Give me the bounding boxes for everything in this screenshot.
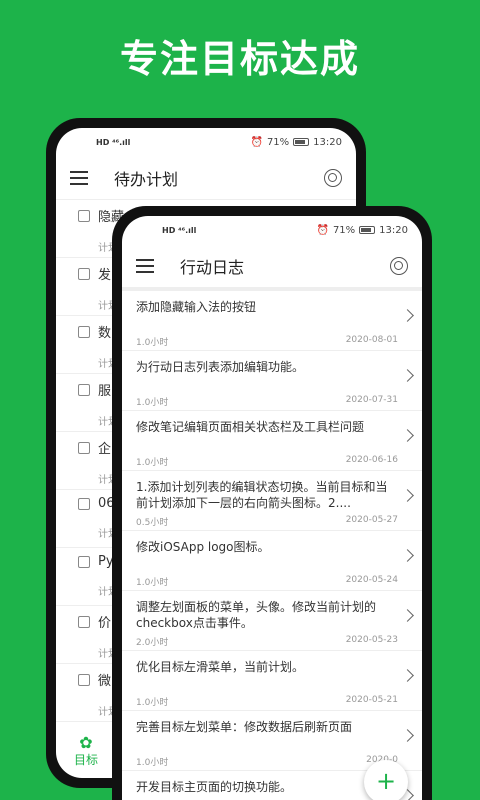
headline: 专注目标达成: [119, 37, 360, 81]
battery-icon: [293, 138, 310, 146]
app-bar: 待办计划: [56, 156, 356, 200]
log-date: 2020-06-16: [345, 455, 398, 465]
plan-checkbox[interactable]: [78, 673, 90, 686]
log-item[interactable]: 修改笔记编辑页面相关状态栏及工具栏问题 1.0小时 2020-06-16: [122, 411, 422, 471]
chevron-right-icon: [401, 369, 414, 382]
plan-checkbox[interactable]: [78, 615, 90, 628]
log-date: 2020-05-21: [345, 695, 398, 705]
log-item[interactable]: 添加隐藏输入法的按钮 1.0小时 2020-08-01: [122, 291, 422, 351]
alarm-icon: ⏰: [316, 224, 329, 236]
battery-icon: [359, 226, 376, 234]
plan-checkbox[interactable]: [78, 383, 90, 396]
plan-checkbox[interactable]: [78, 555, 90, 568]
log-date: 2020-05-23: [345, 635, 398, 645]
plan-title: 微: [98, 674, 112, 689]
target-icon[interactable]: [390, 256, 408, 275]
log-list: 添加隐藏输入法的按钮 1.0小时 2020-08-01 为行动日志列表添加编辑功能。 1…: [122, 288, 422, 800]
chevron-right-icon: [401, 489, 414, 502]
chevron-right-icon: [401, 429, 414, 442]
goal-tab-icon: ✿: [79, 733, 93, 752]
log-title: 为行动日志列表添加编辑功能。: [136, 360, 305, 374]
log-date: 2020-07-31: [345, 395, 398, 405]
log-item[interactable]: 为行动日志列表添加编辑功能。 1.0小时 2020-07-31: [122, 351, 422, 411]
add-log-button[interactable]: +: [364, 760, 408, 800]
log-title: 调整左划面板的菜单，头像。修改当前计划的checkbox点击事件。: [136, 600, 377, 630]
log-item[interactable]: 优化目标左滑菜单，当前计划。 1.0小时 2020-05-21: [122, 651, 422, 711]
plan-title: 发: [98, 268, 112, 283]
menu-icon[interactable]: [136, 258, 154, 273]
log-title: 添加隐藏输入法的按钮: [136, 300, 257, 314]
plan-checkbox[interactable]: [78, 441, 90, 454]
log-title: 完善目标左划菜单：修改数据后刷新页面: [136, 720, 353, 734]
battery-percent: 71%: [332, 224, 356, 236]
log-date: 2020-05-27: [345, 515, 398, 525]
page-title: 待办计划: [114, 169, 179, 189]
tab-label: 目标: [73, 753, 98, 767]
log-duration: 1.0小时: [136, 578, 169, 588]
log-duration: 1.0小时: [136, 758, 169, 768]
battery-percent: 71%: [266, 136, 290, 148]
log-duration: 0.5小时: [136, 518, 169, 528]
chevron-right-icon: [401, 309, 414, 322]
chevron-right-icon: [401, 549, 414, 562]
log-item[interactable]: 修改iOSApp logo图标。 1.0小时 2020-05-24: [122, 531, 422, 591]
log-title: 优化目标左滑菜单，当前计划。: [136, 660, 305, 674]
log-date: 2020-05-24: [345, 575, 398, 585]
log-duration: 1.0小时: [136, 398, 169, 408]
log-screen: HD ⁴⁶.ıll ⏰ 71% 13:20 行动日志 添加隐藏输入法的按钮 1.0…: [122, 216, 422, 800]
plan-checkbox[interactable]: [78, 267, 90, 280]
app-bar: 行动日志: [122, 244, 422, 288]
status-time: 13:20: [379, 224, 408, 236]
signal-indicator: HD ⁴⁶.ıll: [162, 225, 197, 235]
tab-goals[interactable]: ✿ 目标: [56, 735, 116, 768]
status-time: 13:20: [313, 136, 342, 148]
plan-checkbox[interactable]: [78, 325, 90, 338]
log-title: 开发目标主页面的切换功能。: [136, 780, 293, 794]
plan-title: 价: [98, 616, 112, 631]
chevron-right-icon: [401, 609, 414, 622]
log-date: 2020-08-01: [345, 335, 398, 345]
menu-icon[interactable]: [70, 170, 88, 185]
phone-frame-front: HD ⁴⁶.ıll ⏰ 71% 13:20 行动日志 添加隐藏输入法的按钮 1.0…: [112, 206, 432, 800]
page-title: 行动日志: [180, 257, 245, 277]
log-title: 1.添加计划列表的编辑状态切换。当前目标和当前计划添加下一层的右向箭头图标。2.…: [136, 480, 388, 510]
log-title: 修改笔记编辑页面相关状态栏及工具栏问题: [136, 420, 365, 434]
plan-title: 服: [98, 384, 112, 399]
signal-indicator: HD ⁴⁶.ıll: [96, 137, 131, 147]
target-icon[interactable]: [324, 168, 342, 187]
log-title: 修改iOSApp logo图标。: [136, 540, 270, 554]
status-bar: HD ⁴⁶.ıll ⏰ 71% 13:20: [122, 216, 422, 244]
plan-checkbox[interactable]: [78, 209, 90, 222]
alarm-icon: ⏰: [250, 136, 263, 148]
log-duration: 2.0小时: [136, 638, 169, 648]
chevron-right-icon: [401, 729, 414, 742]
log-duration: 1.0小时: [136, 338, 169, 348]
plan-title: 数: [98, 326, 112, 341]
log-duration: 1.0小时: [136, 698, 169, 708]
status-bar: HD ⁴⁶.ıll ⏰ 71% 13:20: [56, 128, 356, 156]
log-item[interactable]: 调整左划面板的菜单，头像。修改当前计划的checkbox点击事件。 2.0小时 20…: [122, 591, 422, 651]
log-duration: 1.0小时: [136, 458, 169, 468]
log-item[interactable]: 1.添加计划列表的编辑状态切换。当前目标和当前计划添加下一层的右向箭头图标。2.…: [122, 471, 422, 531]
chevron-right-icon: [401, 669, 414, 682]
plan-title: 企: [98, 442, 112, 457]
plan-checkbox[interactable]: [78, 497, 90, 510]
